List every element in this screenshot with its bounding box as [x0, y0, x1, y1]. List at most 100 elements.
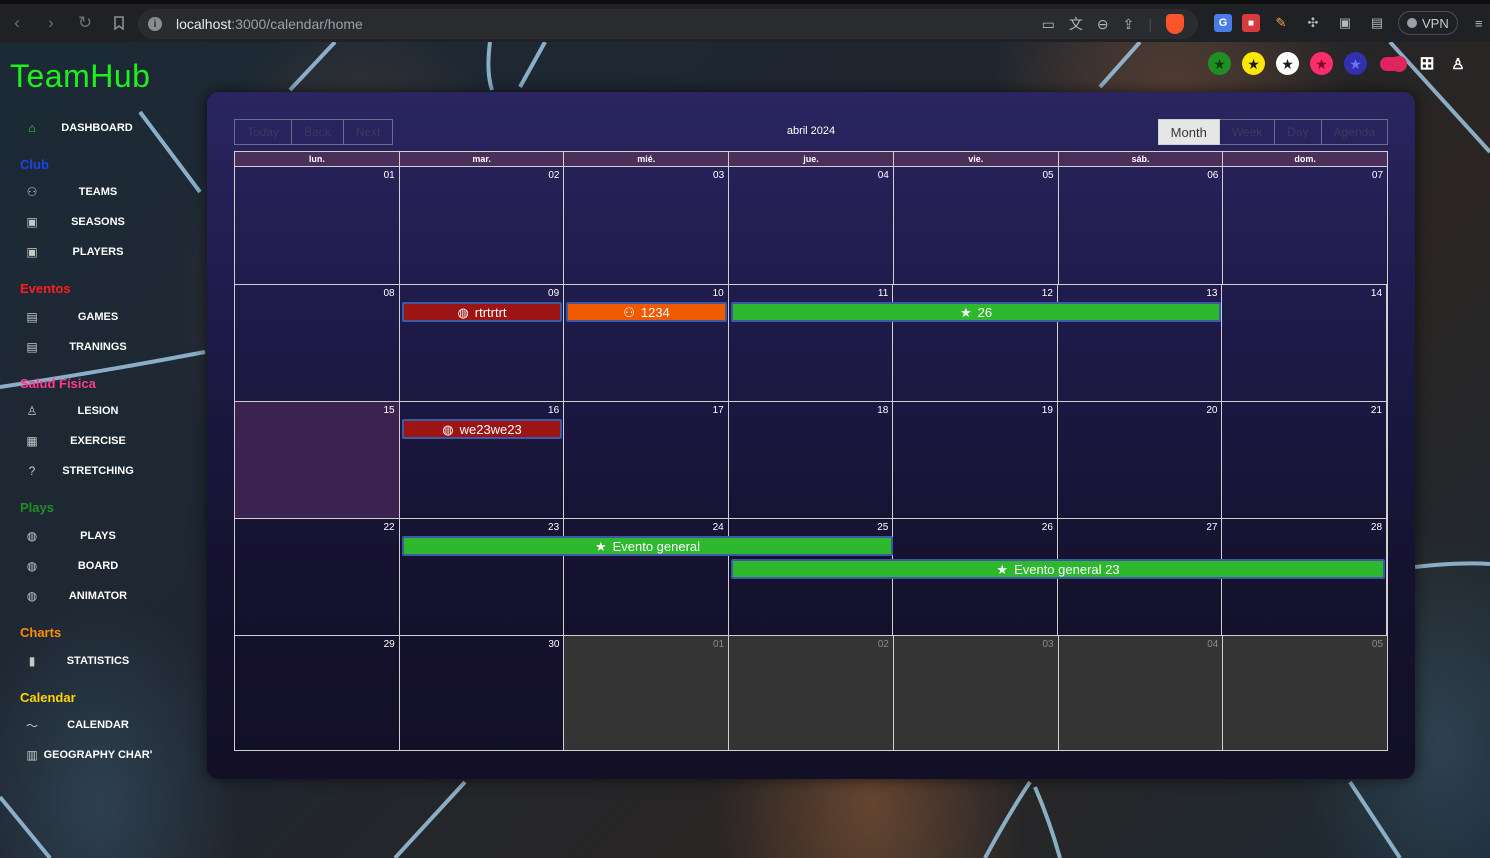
day-number[interactable]: 02: [878, 639, 889, 650]
day-number[interactable]: 25: [877, 522, 888, 533]
day-cell[interactable]: 06: [1059, 167, 1224, 284]
day-cell[interactable]: 04: [729, 167, 894, 284]
day-number[interactable]: 05: [1372, 639, 1383, 650]
day-cell[interactable]: 29: [235, 636, 400, 750]
day-cell[interactable]: 22: [235, 519, 400, 635]
day-cell[interactable]: 19: [893, 402, 1058, 518]
day-number[interactable]: 06: [1207, 170, 1218, 181]
sidebar-toggle-icon[interactable]: ▣: [1334, 12, 1356, 34]
day-cell-off-range[interactable]: 04: [1058, 636, 1224, 750]
sidebar-item-dashboard[interactable]: ⌂ DASHBOARD: [24, 117, 194, 139]
day-cell-today[interactable]: 15: [235, 402, 400, 518]
day-number[interactable]: 20: [1206, 405, 1217, 416]
day-cell[interactable]: 01: [235, 167, 400, 284]
day-number[interactable]: 16: [548, 405, 559, 416]
event-1234[interactable]: ⚇ 1234: [566, 302, 727, 322]
site-info-icon[interactable]: i: [148, 17, 162, 31]
sidebar-item-exercise[interactable]: ▦ EXERCISE: [24, 430, 194, 452]
day-number[interactable]: 10: [713, 288, 724, 299]
sidebar-item-seasons[interactable]: ▣ SEASONS: [24, 211, 194, 233]
day-cell[interactable]: 08: [235, 285, 400, 401]
day-number[interactable]: 04: [1207, 639, 1218, 650]
sidebar-item-statistics[interactable]: ▮ STATISTICS: [24, 650, 194, 672]
sidebar-item-geography-chart[interactable]: ▥ GEOGRAPHY CHAR': [24, 744, 194, 766]
sidebar-item-plays[interactable]: ◍ PLAYS: [24, 525, 194, 547]
cast-icon[interactable]: ▭: [1042, 16, 1055, 33]
color-picker-icon[interactable]: ✎: [1270, 12, 1292, 34]
blue-star-icon[interactable]: ★: [1344, 52, 1367, 75]
sidebar-item-lesion[interactable]: ♙ LESION: [24, 400, 194, 422]
screenshot-extension-icon[interactable]: ■: [1242, 14, 1260, 32]
yellow-star-icon[interactable]: ★: [1242, 52, 1265, 75]
event-26[interactable]: ★ 26: [731, 302, 1221, 322]
day-number[interactable]: 29: [384, 639, 395, 650]
day-cell[interactable]: 18: [729, 402, 894, 518]
day-cell[interactable]: 20: [1058, 402, 1223, 518]
sidebar-item-games[interactable]: ▤ GAMES: [24, 306, 194, 328]
day-number[interactable]: 23: [548, 522, 559, 533]
translate-extension-icon[interactable]: G: [1214, 14, 1232, 32]
day-number[interactable]: 28: [1371, 522, 1382, 533]
day-number[interactable]: 04: [878, 170, 889, 181]
sidebar-item-animator[interactable]: ◍ ANIMATOR: [24, 585, 194, 607]
day-number[interactable]: 13: [1206, 288, 1217, 299]
sidebar-item-stretching[interactable]: ? STRETCHING: [24, 460, 194, 482]
day-number[interactable]: 18: [877, 405, 888, 416]
address-bar[interactable]: i localhost:3000/calendar/home ▭ 文 ⊖ ⇪ |: [138, 9, 1198, 39]
share-icon[interactable]: ⇪: [1123, 16, 1135, 33]
sidebar-item-players[interactable]: ▣ PLAYERS: [24, 241, 194, 263]
bookmark-icon[interactable]: [102, 8, 136, 38]
brand-logo[interactable]: TeamHub: [10, 58, 150, 95]
view-agenda-button[interactable]: Agenda: [1321, 119, 1388, 145]
day-number[interactable]: 19: [1042, 405, 1053, 416]
vpn-button[interactable]: VPN: [1398, 11, 1458, 35]
day-number[interactable]: 21: [1371, 405, 1382, 416]
day-number[interactable]: 26: [1042, 522, 1053, 533]
day-number[interactable]: 22: [383, 522, 394, 533]
day-number[interactable]: 01: [713, 639, 724, 650]
view-day-button[interactable]: Day: [1275, 119, 1322, 145]
day-cell-off-range[interactable]: 03: [893, 636, 1059, 750]
add-square-icon[interactable]: ⊞: [1417, 53, 1437, 74]
day-number[interactable]: 03: [713, 170, 724, 181]
day-number[interactable]: 03: [1042, 639, 1053, 650]
event-evento-general[interactable]: ★ Evento general: [402, 536, 893, 556]
green-star-icon[interactable]: ★: [1208, 52, 1231, 75]
day-number[interactable]: 17: [713, 405, 724, 416]
menu-icon[interactable]: ≡: [1468, 12, 1490, 34]
puzzle-extensions-icon[interactable]: ✣: [1302, 12, 1324, 34]
user-icon[interactable]: ♙: [1448, 54, 1468, 74]
day-number[interactable]: 01: [384, 170, 395, 181]
day-cell-off-range[interactable]: 01: [564, 636, 730, 750]
white-star-icon[interactable]: ★: [1276, 52, 1299, 75]
sidebar-item-calendar[interactable]: 〜 CALENDAR: [24, 714, 194, 736]
day-number[interactable]: 24: [713, 522, 724, 533]
back-arrow-icon[interactable]: ‹: [0, 8, 34, 38]
day-cell[interactable]: 14: [1222, 285, 1388, 401]
day-cell[interactable]: 30: [400, 636, 565, 750]
wallet-icon[interactable]: ▤: [1366, 12, 1388, 34]
event-we23we23[interactable]: ◍ we23we23: [402, 419, 562, 439]
day-number[interactable]: 09: [548, 288, 559, 299]
day-number[interactable]: 12: [1042, 288, 1053, 299]
day-number[interactable]: 07: [1372, 170, 1383, 181]
zoom-icon[interactable]: ⊖: [1097, 16, 1109, 33]
brave-shields-icon[interactable]: [1166, 14, 1184, 34]
day-number[interactable]: 27: [1206, 522, 1217, 533]
translate-icon[interactable]: 文: [1069, 14, 1083, 34]
day-number[interactable]: 11: [878, 288, 888, 299]
day-cell[interactable]: 21: [1222, 402, 1388, 518]
day-number[interactable]: 30: [548, 639, 559, 650]
theme-toggle[interactable]: [1380, 55, 1407, 72]
reload-icon[interactable]: ↻: [68, 8, 102, 38]
day-cell[interactable]: 17: [564, 402, 729, 518]
day-cell[interactable]: 02: [400, 167, 565, 284]
view-month-button[interactable]: Month: [1157, 119, 1220, 145]
sidebar-item-board[interactable]: ◍ BOARD: [24, 555, 194, 577]
sidebar-item-teams[interactable]: ⚇ TEAMS: [24, 181, 194, 203]
event-evento-general-23[interactable]: ★ Evento general 23: [731, 559, 1385, 579]
day-number[interactable]: 15: [383, 405, 394, 416]
day-cell[interactable]: 03: [564, 167, 730, 284]
url-text[interactable]: localhost:3000/calendar/home: [176, 16, 363, 32]
day-cell-off-range[interactable]: 02: [729, 636, 894, 750]
